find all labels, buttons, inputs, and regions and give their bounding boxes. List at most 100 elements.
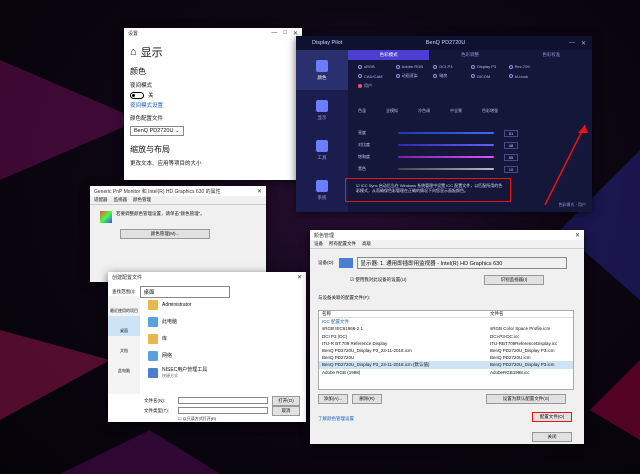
- radio-m-book[interactable]: M-book: [508, 73, 547, 79]
- table-row[interactable]: ICC 配置文件: [319, 318, 573, 325]
- place-documents[interactable]: 文档: [108, 336, 140, 356]
- add-button[interactable]: 添加(A)...: [318, 394, 348, 404]
- scale-description: 更改文本、应用等项目的大小: [130, 161, 202, 168]
- radio-display-p3[interactable]: Display P3: [471, 64, 509, 69]
- color-icon: [100, 211, 112, 223]
- places-bar: 最近使用的项目 桌面 文档 此电脑: [108, 296, 140, 394]
- table-row[interactable]: BenQ PD2720U_Display P3_23-11-2018.icm (…: [319, 361, 573, 369]
- radio-full-sim[interactable]: 全模拟: [386, 108, 398, 114]
- monitor-icon: [338, 258, 353, 268]
- table-row[interactable]: DCI P3 (DC) DCI-P3-DC.icc: [319, 333, 573, 340]
- place-desktop[interactable]: 桌面: [108, 316, 140, 336]
- tab-devices[interactable]: 设备: [314, 241, 323, 247]
- window-title: 颜色管理: [314, 232, 335, 239]
- computer-icon: [148, 316, 158, 327]
- close-icon[interactable]: ✕: [581, 40, 586, 47]
- pilot-title: Display Pilot: [312, 40, 343, 46]
- color-profile-value: BenQ PD2720U: [134, 128, 174, 135]
- night-light-label: 夜间模式: [130, 83, 153, 89]
- tab-adapter[interactable]: 适配器: [94, 197, 108, 203]
- tab-color-management[interactable]: 颜色管理: [133, 197, 151, 203]
- sidebar-item-display[interactable]: 显示: [296, 90, 348, 130]
- learn-more-link[interactable]: 了解颜色管理设置: [318, 416, 354, 422]
- tab-all-profiles[interactable]: 所有配置文件: [329, 241, 356, 247]
- table-row[interactable]: BenQ PD2720U_Display P3_23-11-2018.icm Be…: [319, 347, 573, 354]
- scale-section-title: 缩放与布局: [130, 145, 170, 155]
- table-row[interactable]: Adobe RGB (1998) AdobeRGB1998.icc: [319, 369, 573, 376]
- table-row[interactable]: BenQ PD2720U BenQ PD2720U.icm: [319, 354, 573, 361]
- list-item[interactable]: 此电脑: [144, 313, 302, 330]
- radio-cad-cam[interactable]: CAD/CAM: [358, 73, 396, 79]
- contrast-slider[interactable]: 对比度 48: [358, 141, 518, 149]
- night-light-settings-link[interactable]: 夜间模式设置: [130, 101, 296, 109]
- open-button[interactable]: 打开(O): [272, 395, 300, 406]
- place-recent[interactable]: 最近使用的项目: [108, 296, 140, 316]
- page-title: 显示: [140, 47, 163, 59]
- sidebar-item-tools[interactable]: 工具: [296, 130, 348, 170]
- saturation-slider[interactable]: 饱和度 55: [358, 153, 518, 161]
- cancel-button[interactable]: 取消: [272, 405, 300, 416]
- color-section-title: 颜色: [130, 67, 146, 76]
- radio-darkroom[interactable]: 暗房: [433, 73, 471, 79]
- set-default-button[interactable]: 设置为默认配置文件(S): [486, 394, 566, 404]
- icc-sync-option[interactable]: ☑ ICC Sync 启动后当在 Windows 系统管理中设置 ICC 配置文…: [356, 183, 504, 193]
- radio-adobe-rgb[interactable]: Adobe RGB: [395, 64, 434, 69]
- readonly-checkbox[interactable]: ☐ 以只读方式打开(R): [178, 416, 216, 422]
- close-button[interactable]: 关闭: [532, 432, 572, 442]
- radio-animation[interactable]: 动画渲染: [395, 73, 434, 79]
- use-my-settings-checkbox[interactable]: ☑ 使用我对此设备的设置(U): [350, 277, 407, 283]
- brightness-slider[interactable]: 亮度 51: [358, 129, 518, 137]
- tab-advanced[interactable]: 高级: [362, 241, 371, 247]
- home-icon[interactable]: ⌂: [130, 46, 137, 58]
- radio-cool[interactable]: 冷色调: [418, 108, 430, 114]
- night-light-toggle[interactable]: [130, 92, 144, 100]
- radio-srgb[interactable]: sRGB: [358, 64, 396, 69]
- list-item[interactable]: 库: [144, 330, 302, 347]
- minimize-icon[interactable]: —: [271, 30, 277, 37]
- remove-button[interactable]: 删除(R): [352, 394, 382, 404]
- list-item[interactable]: 网络: [144, 347, 302, 364]
- maximize-icon[interactable]: □: [283, 30, 287, 37]
- pilot-sidebar: 颜色 显示 工具 系统: [296, 50, 348, 212]
- tab-monitor[interactable]: 监视器: [114, 197, 128, 203]
- place-this-pc[interactable]: 此电脑: [108, 356, 140, 376]
- close-icon[interactable]: ✕: [575, 232, 580, 239]
- radio-user[interactable]: 用户: [358, 83, 396, 89]
- tab-color-mode[interactable]: 色彩模式: [348, 50, 430, 60]
- table-row[interactable]: ITU-R BT.709 Reference Display ITU-RBT709…: [319, 340, 573, 347]
- black-slider[interactable]: 黑色 10: [358, 165, 518, 173]
- tab-color-calibration[interactable]: 色彩校准: [511, 50, 592, 60]
- device-dropdown[interactable]: 显示器: 1. 通用即插即用监视器 - Intel(R) HD Graphics…: [356, 257, 567, 269]
- list-item[interactable]: NISEC用户管理工具 快捷方式: [144, 364, 302, 381]
- sidebar-item-color[interactable]: 颜色: [296, 50, 348, 90]
- filetype-label: 文件类型(T):: [144, 407, 169, 413]
- radio-rec709[interactable]: Rec.709: [508, 64, 547, 69]
- filetype-dropdown[interactable]: [178, 407, 268, 414]
- close-icon[interactable]: ✕: [297, 274, 302, 281]
- list-item[interactable]: Administrator: [144, 296, 302, 313]
- file-list: Administrator 此电脑 库 网络 NISEC用户管理工具 快捷方式: [144, 296, 302, 381]
- profiles-table: 名称 文件名 ICC 配置文件 sRGB IEC61966-2.1 sRGB Col…: [318, 310, 574, 390]
- filename-input[interactable]: [178, 397, 268, 404]
- table-header: 名称 文件名: [319, 311, 573, 319]
- identify-monitors-button[interactable]: 识别监视器(I): [484, 275, 544, 285]
- sidebar-item-system[interactable]: 系统: [296, 170, 348, 210]
- color-profile-label: 颜色配置文件: [130, 116, 164, 123]
- radio-dicom[interactable]: DICOM: [471, 73, 509, 79]
- window-title: Generic PnP Monitor 和 Intel(R) HD Graphi…: [94, 188, 221, 195]
- tab-color-adjust[interactable]: 色彩调整: [429, 50, 510, 60]
- minimize-icon[interactable]: —: [569, 40, 575, 47]
- color-temp-row: 色温 全模拟 冷色调 中全景 色彩增强: [358, 108, 584, 114]
- color-profile-dropdown[interactable]: BenQ PD2720U ⌄: [130, 126, 184, 137]
- profiles-button[interactable]: 配置文件(O): [532, 412, 572, 422]
- network-icon: [148, 350, 158, 361]
- tools-icon: [316, 139, 328, 152]
- color-management-button[interactable]: 颜色管理(M)...: [120, 229, 210, 239]
- radio-mid[interactable]: 中全景: [450, 108, 462, 114]
- radio-enhance[interactable]: 色彩增强: [482, 108, 498, 114]
- radio-dci-p3[interactable]: DCI-P3: [433, 64, 471, 69]
- table-row[interactable]: sRGB IEC61966-2.1 sRGB Color Space Profil…: [319, 325, 573, 332]
- settings-window: 设置 — □ ✕ ⌂ 显示 颜色 夜间模式 关 夜间模式设置 颜色配置文件 BenQ …: [124, 28, 302, 180]
- library-icon: [148, 333, 158, 344]
- close-icon[interactable]: ✕: [257, 188, 262, 195]
